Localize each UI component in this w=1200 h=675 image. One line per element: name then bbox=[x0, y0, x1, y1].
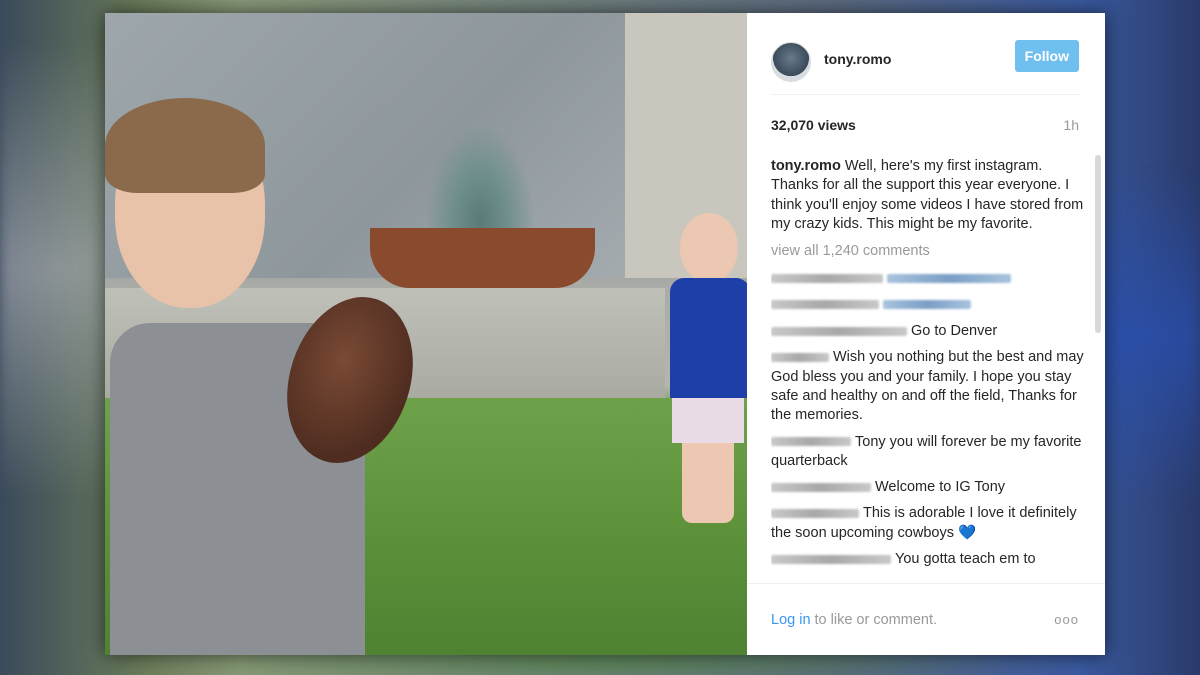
post-stats: 32,070 views 1h bbox=[771, 117, 1079, 133]
comment-item: Welcome to IG Tony bbox=[771, 478, 1087, 497]
redacted-username bbox=[771, 482, 871, 492]
username[interactable]: tony.romo bbox=[824, 51, 1015, 67]
view-count: 32,070 views bbox=[771, 117, 856, 133]
comment-item bbox=[771, 269, 1087, 288]
view-all-comments-link[interactable]: view all 1,240 comments bbox=[771, 242, 1087, 261]
child-right bbox=[660, 213, 747, 523]
redacted-username bbox=[771, 509, 859, 519]
login-link[interactable]: Log in bbox=[771, 612, 811, 628]
comment-text: Go to Denver bbox=[911, 323, 998, 340]
avatar[interactable] bbox=[771, 41, 811, 82]
comment-text: You gotta teach em to bbox=[895, 551, 1036, 568]
redacted-mention bbox=[887, 274, 1011, 284]
blue-heart-icon: 💙 bbox=[958, 524, 977, 541]
agave-plant bbox=[425, 123, 535, 233]
redacted-username bbox=[771, 274, 883, 284]
instagram-post: tony.romo Follow 32,070 views 1h tony.ro… bbox=[105, 13, 1105, 655]
caption: tony.romo Well, here's my first instagra… bbox=[771, 157, 1087, 234]
post-video[interactable] bbox=[105, 13, 747, 655]
comment-scrollbar[interactable] bbox=[1095, 155, 1101, 333]
comment-item bbox=[771, 296, 1087, 315]
redacted-username bbox=[771, 326, 907, 336]
comment-item: You gotta teach em to bbox=[771, 550, 1087, 569]
comment-item: Tony you will forever be my favorite qua… bbox=[771, 433, 1087, 472]
more-options-icon[interactable]: ooo bbox=[1054, 612, 1079, 627]
comment-item: Wish you nothing but the best and may Go… bbox=[771, 348, 1087, 425]
post-sidebar: tony.romo Follow 32,070 views 1h tony.ro… bbox=[747, 13, 1105, 655]
follow-button[interactable]: Follow bbox=[1014, 39, 1079, 72]
comment-item: Go to Denver bbox=[771, 322, 1087, 341]
caption-username[interactable]: tony.romo bbox=[771, 158, 841, 174]
comment-text: Welcome to IG Tony bbox=[875, 479, 1006, 496]
redacted-mention bbox=[883, 300, 971, 310]
post-footer: Log in to like or comment. ooo bbox=[747, 583, 1105, 655]
timestamp[interactable]: 1h bbox=[1063, 117, 1079, 133]
redacted-username bbox=[771, 437, 851, 447]
comment-item: This is adorable I love it definitely th… bbox=[771, 504, 1087, 543]
post-header: tony.romo Follow bbox=[771, 33, 1079, 95]
redacted-username bbox=[771, 554, 891, 564]
login-prompt: to like or comment. bbox=[814, 611, 938, 628]
comment-list[interactable]: tony.romo Well, here's my first instagra… bbox=[771, 157, 1087, 583]
redacted-username bbox=[771, 300, 879, 310]
redacted-username bbox=[771, 353, 829, 363]
